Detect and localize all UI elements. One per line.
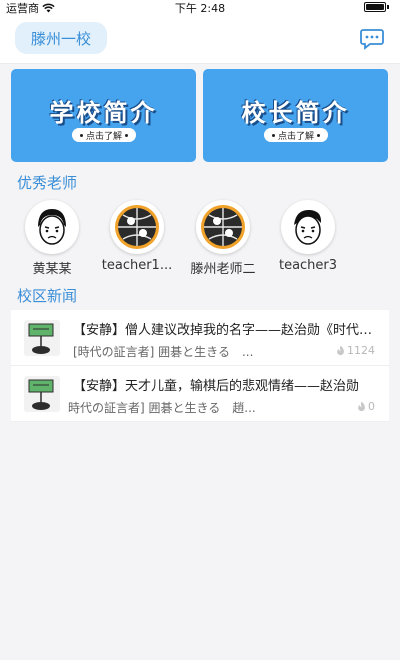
banner-title: 校长简介 (241, 99, 350, 127)
likes-count-group: 1124 (336, 344, 375, 357)
likes-count: 1124 (347, 344, 375, 357)
avatar (281, 200, 335, 254)
news-thumbnail (24, 320, 60, 356)
teacher-name: teacher1... (101, 258, 173, 273)
banner-cta-button[interactable]: 点击了解 (264, 128, 328, 142)
teacher-name: teacher3 (278, 258, 338, 273)
teacher-card[interactable]: teacher3 (268, 200, 348, 273)
teacher-card[interactable]: 滕州老师二 (183, 200, 263, 277)
teacher-name: 滕州老师二 (190, 262, 256, 277)
status-bar: 运营商 下午 2:48 (0, 0, 400, 15)
cartoon-face-icon (38, 209, 66, 245)
dot-icon (125, 133, 128, 137)
protest-sign-icon (28, 379, 54, 410)
news-section-title: 校区新闻 (17, 287, 78, 305)
nav-bar: 滕州一校 (0, 14, 400, 64)
school-selector-button[interactable]: 滕州一校 (15, 22, 107, 54)
teacher-name: 黄某某 (32, 262, 72, 277)
protest-sign-icon (28, 323, 54, 354)
flame-icon (337, 345, 344, 356)
dot-icon (79, 133, 83, 137)
news-item[interactable]: 【安静】僧人建议改掉我的名字——赵治勋《时代の証言者》 [時代の証言者] 囲碁と… (11, 310, 389, 366)
school-intro-banner[interactable]: 学校简介 点击了解 (11, 69, 196, 162)
news-headline: 【安静】僧人建议改掉我的名字——赵治勋《时代の証言者》 (73, 323, 377, 338)
avatar (25, 200, 79, 254)
teacher-card[interactable]: 黄某某 (12, 200, 92, 277)
news-summary: 時代の証言者] 囲碁と生きる 趙... (68, 401, 256, 415)
avatar (196, 200, 250, 254)
news-list: 【安静】僧人建议改掉我的名字——赵治勋《时代の証言者》 [時代の証言者] 囲碁と… (11, 310, 389, 422)
go-board-avatar-icon (115, 205, 159, 249)
teacher-card[interactable]: teacher1... (97, 200, 177, 273)
flame-icon (358, 401, 365, 412)
banner-cta-label: 点击了解 (277, 131, 314, 142)
principal-intro-banner[interactable]: 校长简介 点击了解 (203, 69, 388, 162)
go-board-avatar-icon (201, 205, 245, 249)
likes-count: 0 (368, 400, 375, 413)
battery-icon (364, 2, 389, 12)
message-icon[interactable] (360, 28, 384, 50)
news-summary: [時代の証言者] 囲碁と生きる ... (73, 345, 254, 359)
news-thumbnail (24, 376, 60, 412)
banner-cta-label: 点击了解 (85, 131, 122, 142)
teachers-section-title: 优秀老师 (17, 174, 78, 192)
likes-count-group: 0 (357, 400, 375, 413)
dot-icon (271, 133, 275, 137)
cartoon-face-icon (294, 209, 322, 245)
banner-cta-button[interactable]: 点击了解 (72, 128, 136, 142)
dot-icon (317, 133, 320, 137)
avatar (110, 200, 164, 254)
news-item[interactable]: 【安静】天才儿童，输棋后的悲观情绪——赵治勋 時代の証言者] 囲碁と生きる 趙.… (11, 366, 389, 422)
news-headline: 【安静】天才儿童，输棋后的悲观情绪——赵治勋 (73, 379, 360, 394)
banner-title: 学校简介 (49, 99, 158, 127)
